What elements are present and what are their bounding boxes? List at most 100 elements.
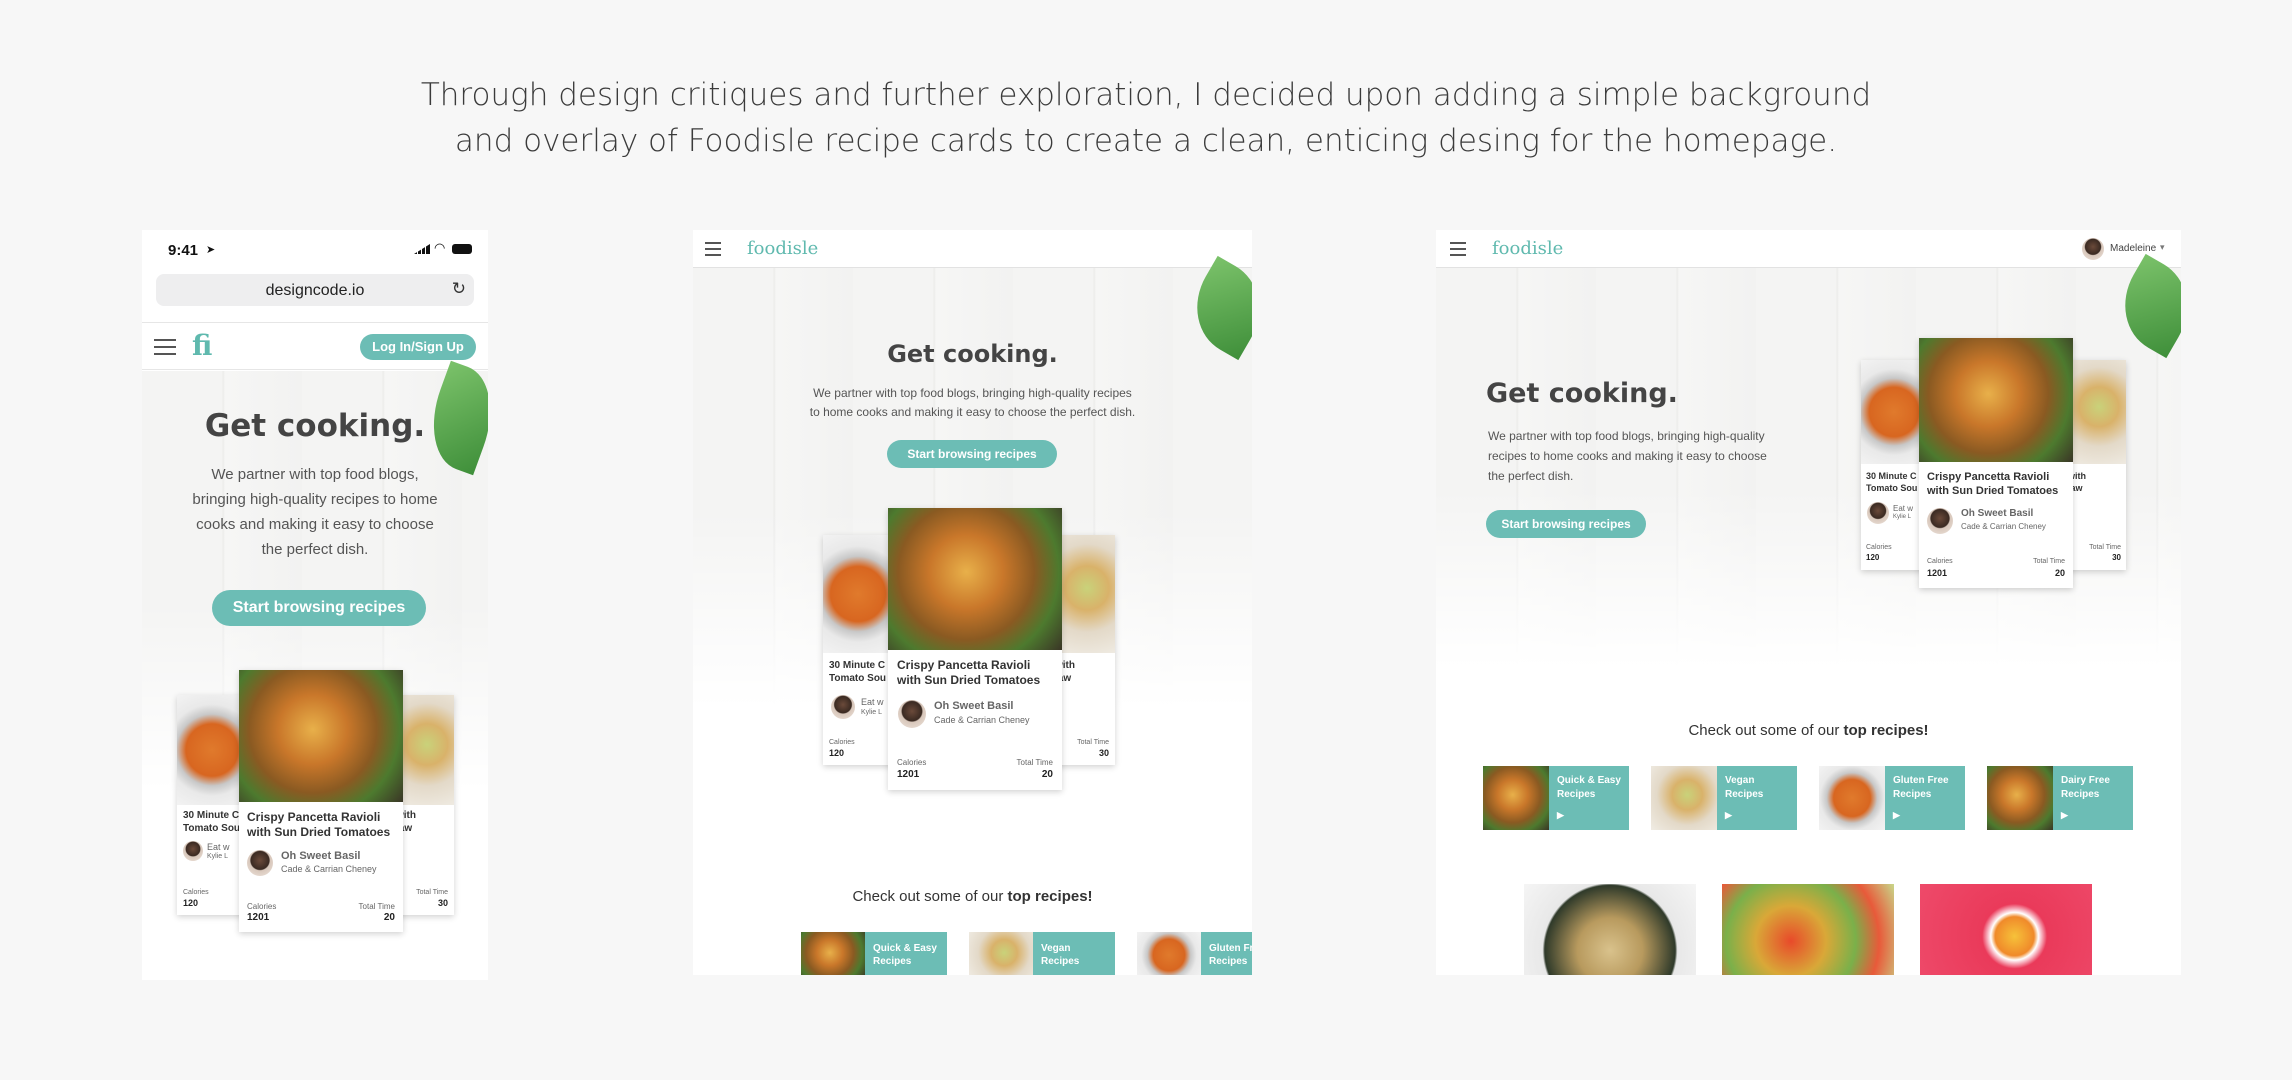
time-value: 20 [1041,769,1053,780]
calories-value: 1201 [247,912,270,923]
tablet-logo[interactable]: foodisle [747,238,818,259]
category-vegan[interactable]: Vegan Recipes ▶ [1651,766,1797,830]
mobile-cta-button[interactable]: Start browsing recipes [212,590,426,626]
blog-name[interactable]: Oh Sweet Basil [1961,508,2033,519]
tablet-hero-text: We partner with top food blogs, bringing… [809,386,1136,419]
mobile-mockup: 9:41 ➤ ◠ designcode.io ↻ fi Log In/Sign … [142,230,488,980]
tablet-mockup: foodisle Get cooking. We partner with to… [693,230,1252,975]
recipe-image [177,695,247,805]
category-gluten-free[interactable]: Gluten Free Recipes [1137,932,1252,975]
tablet-cta-button[interactable]: Start browsing recipes [887,440,1057,468]
tablet-hero-title: Get cooking. [887,340,1058,368]
recipe-image [2066,360,2126,464]
url-bar[interactable]: designcode.io ↻ [156,274,474,306]
avatar [1927,508,1953,534]
avatar [247,850,273,876]
category-label: Vegan Recipes [1041,943,1080,967]
recipe-title: Crispy Pancetta Ravioli with Sun Dried To… [1927,471,2059,497]
time-value: 20 [2054,568,2065,578]
blog-name[interactable]: Eat w [207,842,230,852]
blog-name[interactable]: Eat w [1893,504,1913,513]
calories-label: Calories [247,902,277,911]
time-label: Total Time [2033,558,2065,565]
menu-icon[interactable] [705,242,721,256]
blog-name[interactable]: Eat w [861,697,884,707]
recipe-thumbnail[interactable] [1920,884,2092,975]
login-button[interactable]: Log In/Sign Up [360,334,476,360]
recipe-title: Crispy Pancetta Ravioli with Sun Dried To… [247,810,391,839]
status-time: 9:41 [168,242,199,259]
calories-value: 1201 [1927,568,1948,578]
tablet-nav: foodisle [693,230,1252,268]
recipe-thumbnail[interactable] [1722,884,1894,975]
recipe-card-right[interactable]: withlaw d Total Time 30 [2066,360,2126,570]
user-name[interactable]: Madeleine [2110,243,2156,254]
category-quick-easy[interactable]: Quick & Easy Recipes ▶ [1483,766,1629,830]
blog-name[interactable]: Oh Sweet Basil [934,700,1013,712]
blog-name[interactable]: Oh Sweet Basil [281,850,360,862]
recipe-card-left[interactable]: 30 Minute C Tomato Sou Eat w Kylie L Calo… [177,695,247,915]
author-name: Cade & Carrian Cheney [281,864,377,874]
author-name: Kylie L [207,853,229,860]
chevron-down-icon[interactable]: ▾ [2160,242,2165,253]
recipe-thumbnail[interactable] [1524,884,1696,975]
user-avatar[interactable] [2082,238,2104,260]
calories-label: Calories [183,889,209,896]
recipe-title: 30 Minute C Tomato Sou [1866,471,1918,493]
avatar [183,841,203,861]
play-icon: ▶ [1557,810,1564,820]
time-value: 30 [437,898,448,908]
signal-icon [414,244,430,254]
category-label: Dairy Free Recipes [2061,775,2110,800]
category-vegan[interactable]: Vegan Recipes [969,932,1115,975]
recipe-card-featured[interactable]: Crispy Pancetta Ravioli with Sun Dried To… [1919,338,2073,588]
calories-value: 120 [183,898,199,908]
calories-label: Calories [1866,544,1892,551]
category-label: Quick & Easy Recipes [1557,775,1621,800]
recipe-card-right[interactable]: withlaw d Total Time 30 [1053,535,1115,765]
category-dairy-free[interactable]: Dairy Free Recipes ▶ [1987,766,2133,830]
reload-icon[interactable]: ↻ [452,279,466,299]
time-value: 20 [383,912,395,923]
recipe-image [823,535,893,653]
desktop-logo[interactable]: foodisle [1492,238,1563,259]
category-gluten-free[interactable]: Gluten Free Recipes ▶ [1819,766,1965,830]
recipe-card-left[interactable]: 30 Minute C Tomato Sou Eat w Kylie L Calo… [1861,360,1927,570]
desktop-mockup: foodisle Madeleine ▾ Get cooking. We par… [1436,230,2181,975]
recipe-image [1053,535,1115,653]
avatar [831,695,855,719]
recipe-title: 30 Minute C Tomato Sou [829,660,887,684]
author-name: Kylie L [861,709,883,716]
recipe-card-left[interactable]: 30 Minute C Tomato Sou Eat w Kylie L Calo… [823,535,893,765]
category-quick-easy[interactable]: Quick & Easy Recipes [801,932,947,975]
recipe-card-right[interactable]: withlaw d Total Time 30 [394,695,454,915]
battery-icon [452,244,472,254]
url-text: designcode.io [265,282,365,299]
play-icon: ▶ [1893,810,1900,820]
recipe-image [1919,338,2073,462]
recipe-image [888,508,1062,650]
category-image [969,932,1033,975]
mobile-nav: fi Log In/Sign Up [142,322,488,370]
category-image [801,932,865,975]
recipe-card-featured[interactable]: Crispy Pancetta Ravioli with Sun Dried To… [239,670,403,932]
category-image [1137,932,1201,975]
mobile-hero-title: Get cooking. [204,408,426,444]
author-name: Cade & Carrian Cheney [934,715,1030,725]
menu-icon[interactable] [1450,242,1466,256]
calories-label: Calories [1927,558,1953,565]
recipe-image [239,670,403,802]
category-label: Gluten Free Recipes [1893,775,1949,800]
menu-icon[interactable] [154,339,176,355]
recipe-image [1861,360,1927,464]
recipe-card-featured[interactable]: Crispy Pancetta Ravioli with Sun Dried To… [888,508,1062,790]
category-label: Quick & Easy Recipes [873,943,937,967]
portfolio-page: Through design critiques and further exp… [0,0,2292,1080]
desktop-cta-button[interactable]: Start browsing recipes [1486,510,1646,538]
category-image [1987,766,2053,830]
location-icon: ➤ [206,244,216,256]
recipe-title: 30 Minute C Tomato Sou [183,810,241,834]
category-label: Vegan Recipes [1725,775,1764,800]
mobile-logo[interactable]: fi [192,329,212,362]
caption-line-1: Through design critiques and further exp… [420,77,1872,113]
